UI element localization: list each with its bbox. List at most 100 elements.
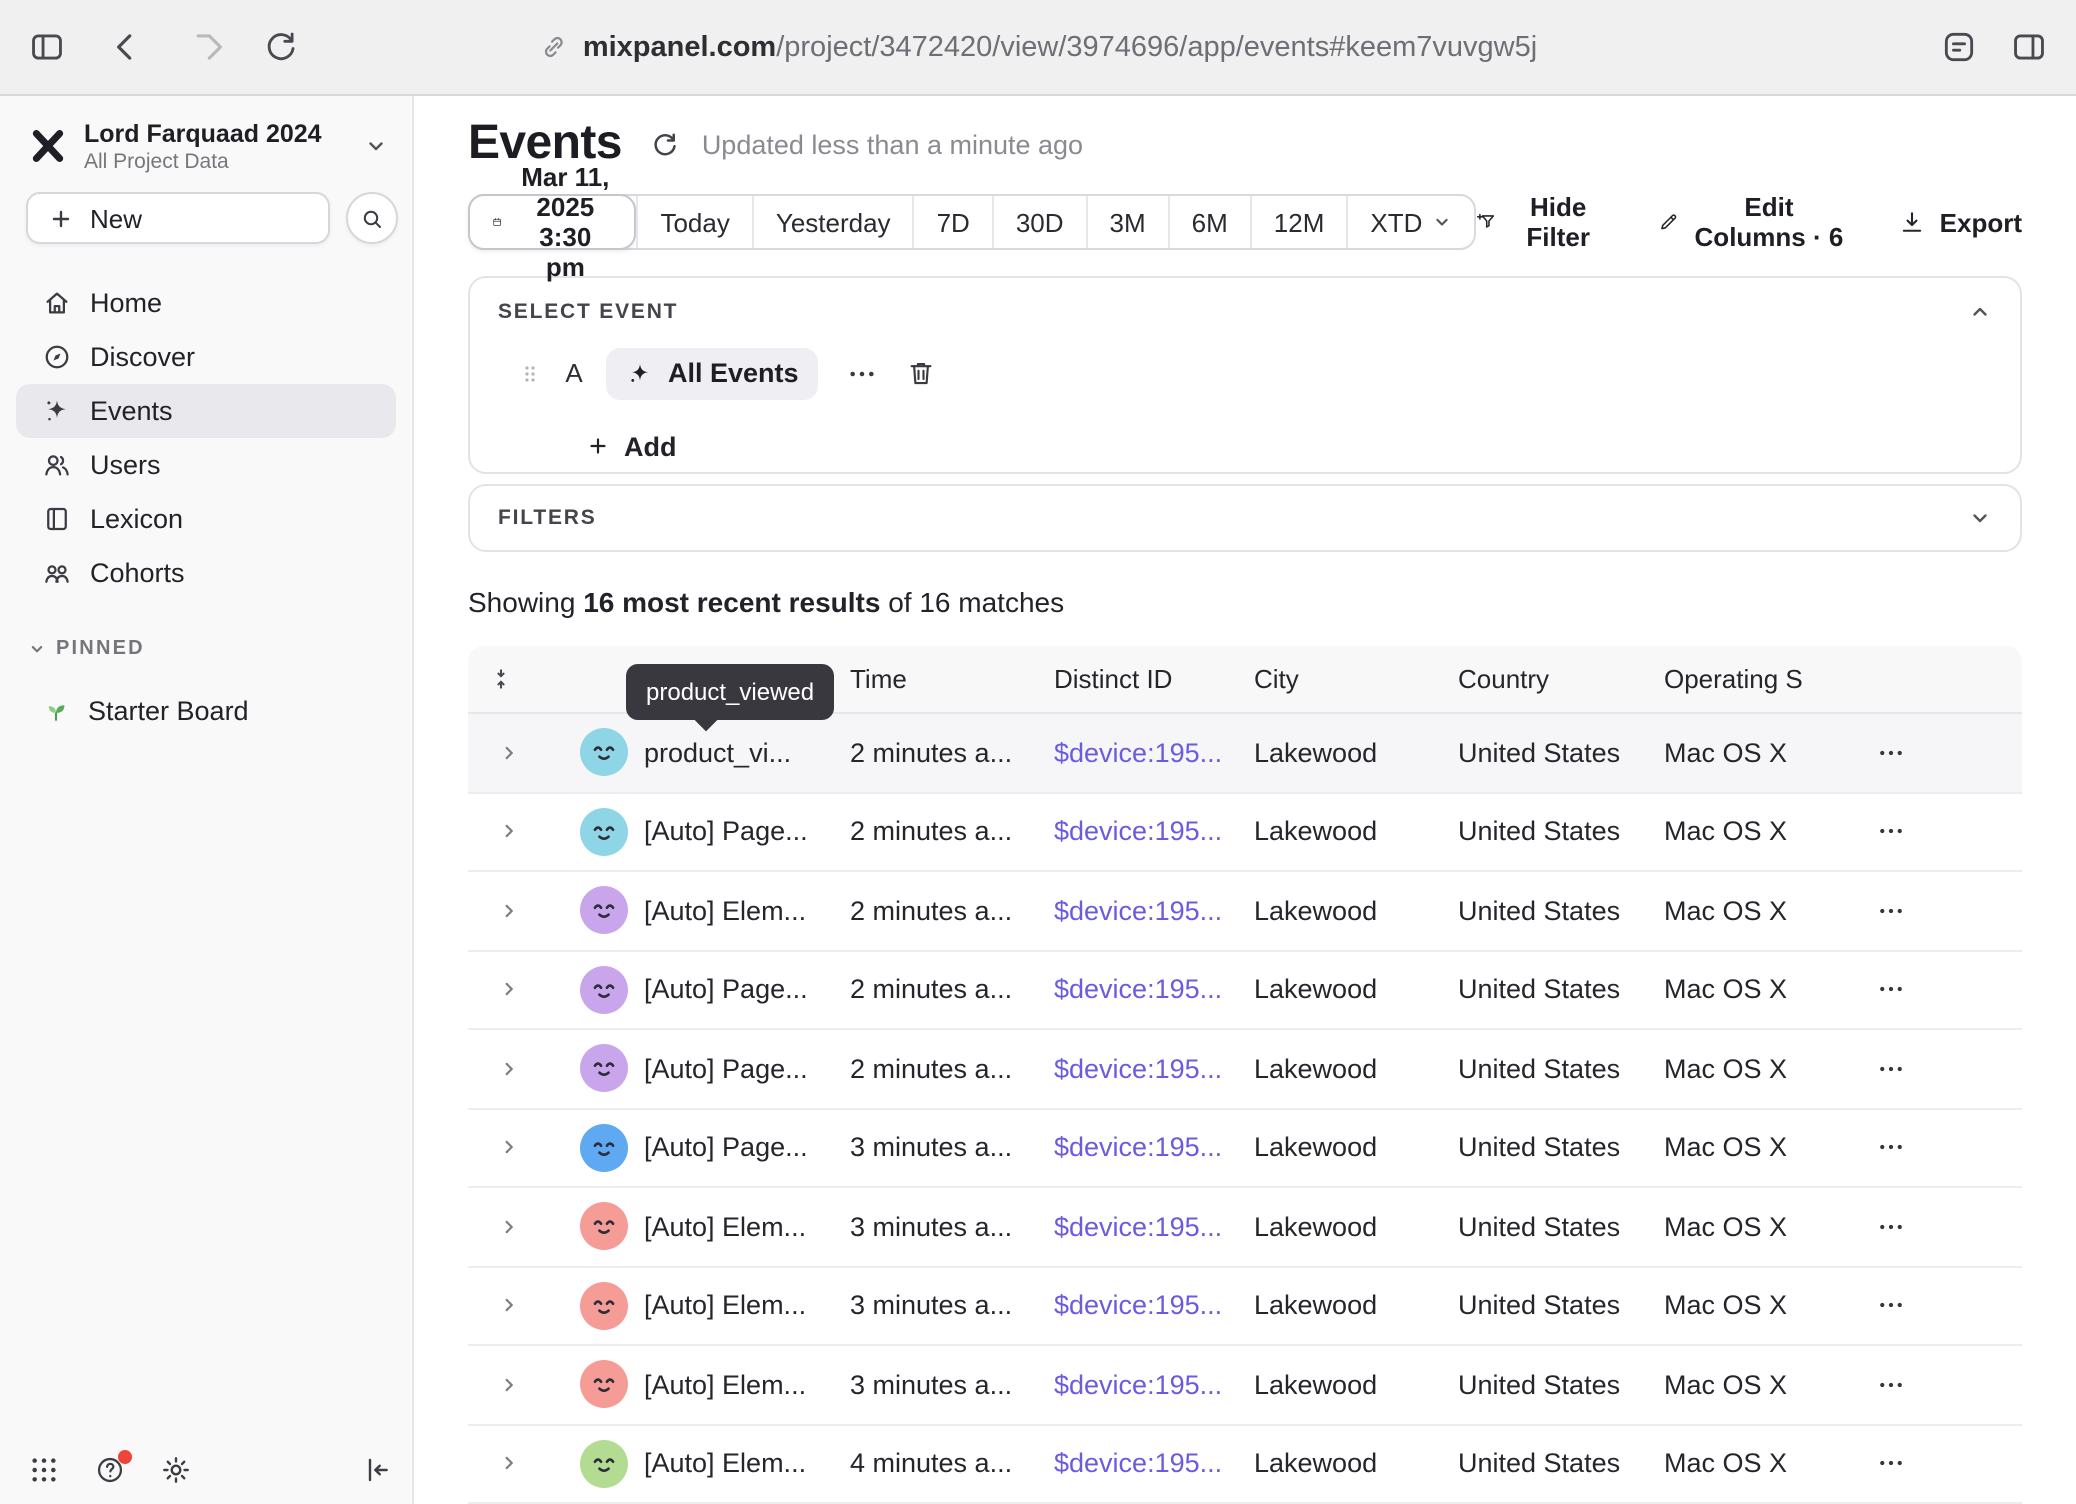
- distinct-id-link[interactable]: $device:195...: [1054, 1212, 1254, 1242]
- row-menu-icon[interactable]: [1864, 738, 2022, 768]
- distinct-id-link[interactable]: $device:195...: [1054, 738, 1254, 768]
- expand-row-icon[interactable]: [468, 742, 548, 764]
- event-name-cell[interactable]: [Auto] Page...: [644, 1133, 850, 1163]
- sidebar-item-home[interactable]: Home: [16, 276, 396, 330]
- expand-row-icon[interactable]: [468, 1137, 548, 1159]
- tab-sidebar-icon[interactable]: [28, 28, 66, 66]
- filters-panel: FILTERS: [468, 484, 2022, 552]
- distinct-id-link[interactable]: $device:195...: [1054, 1370, 1254, 1400]
- table-row[interactable]: [Auto] Elem... 3 minutes a... $device:19…: [468, 1188, 2022, 1267]
- range-6m[interactable]: 6M: [1168, 196, 1250, 248]
- distinct-id-link[interactable]: $device:195...: [1054, 1054, 1254, 1084]
- sidebar-item-cohorts[interactable]: Cohorts: [16, 546, 396, 600]
- table-row[interactable]: [Auto] Page... 3 minutes a... $device:19…: [468, 1109, 2022, 1188]
- add-event-button[interactable]: Add: [574, 422, 689, 470]
- row-menu-icon[interactable]: [1864, 1133, 2022, 1163]
- event-name-cell[interactable]: [Auto] Elem...: [644, 1212, 850, 1242]
- column-distinct-id[interactable]: Distinct ID: [1054, 664, 1254, 694]
- column-city[interactable]: City: [1254, 664, 1458, 694]
- range-3m[interactable]: 3M: [1086, 196, 1168, 248]
- url-bar[interactable]: mixpanel.com/project/3472420/view/397469…: [539, 31, 1537, 63]
- export-button[interactable]: Export: [1898, 207, 2022, 237]
- expand-row-icon[interactable]: [468, 1295, 548, 1317]
- refresh-icon[interactable]: [650, 129, 680, 159]
- event-name-cell[interactable]: [Auto] Page...: [644, 1054, 850, 1084]
- search-button[interactable]: [346, 192, 398, 244]
- sidebar-item-discover[interactable]: Discover: [16, 330, 396, 384]
- edit-columns-button[interactable]: Edit Columns · 6: [1657, 192, 1845, 252]
- event-name-cell[interactable]: [Auto] Page...: [644, 817, 850, 847]
- table-row[interactable]: [Auto] Page... 2 minutes a... $device:19…: [468, 951, 2022, 1030]
- download-icon: [1898, 208, 1926, 236]
- distinct-id-link[interactable]: $device:195...: [1054, 975, 1254, 1005]
- expand-row-icon[interactable]: [468, 1453, 548, 1475]
- back-icon[interactable]: [106, 28, 144, 66]
- column-os[interactable]: Operating S: [1664, 664, 1864, 694]
- sidebar-item-users[interactable]: Users: [16, 438, 396, 492]
- column-time[interactable]: Time: [850, 664, 1054, 694]
- search-icon: [360, 205, 384, 231]
- table-row[interactable]: [Auto] Elem... 2 minutes a... $device:19…: [468, 872, 2022, 951]
- row-menu-icon[interactable]: [1864, 1212, 2022, 1242]
- range-xtd[interactable]: XTD: [1346, 196, 1474, 248]
- more-options-icon[interactable]: [847, 357, 879, 389]
- row-menu-icon[interactable]: [1864, 817, 2022, 847]
- expand-row-icon[interactable]: [468, 1216, 548, 1238]
- row-menu-icon[interactable]: [1864, 975, 2022, 1005]
- event-name-cell[interactable]: [Auto] Elem...: [644, 1291, 850, 1321]
- event-selector-button[interactable]: All Events: [606, 347, 819, 399]
- row-menu-icon[interactable]: [1864, 1291, 2022, 1321]
- hide-filter-button[interactable]: Hide Filter: [1476, 192, 1605, 252]
- expand-row-icon[interactable]: [468, 900, 548, 922]
- distinct-id-link[interactable]: $device:195...: [1054, 817, 1254, 847]
- table-row[interactable]: [Auto] Page... 2 minutes a... $device:19…: [468, 793, 2022, 872]
- expand-filters-icon[interactable]: [1968, 506, 1992, 530]
- table-row[interactable]: [Auto] Elem... 3 minutes a... $device:19…: [468, 1267, 2022, 1346]
- distinct-id-link[interactable]: $device:195...: [1054, 1133, 1254, 1163]
- row-menu-icon[interactable]: [1864, 1449, 2022, 1479]
- range-yesterday[interactable]: Yesterday: [752, 196, 913, 248]
- table-row[interactable]: [Auto] Elem... 4 minutes a... $device:19…: [468, 1425, 2022, 1504]
- event-name-cell[interactable]: [Auto] Page...: [644, 975, 850, 1005]
- sidebar-item-events[interactable]: Events: [16, 384, 396, 438]
- event-name-cell[interactable]: [Auto] Elem...: [644, 1449, 850, 1479]
- right-sidebar-icon[interactable]: [2010, 28, 2048, 66]
- row-menu-icon[interactable]: [1864, 1370, 2022, 1400]
- page-settings-icon[interactable]: [1940, 28, 1978, 66]
- expand-row-icon[interactable]: [468, 1374, 548, 1396]
- distinct-id-link[interactable]: $device:195...: [1054, 896, 1254, 926]
- collapse-sidebar-icon[interactable]: [360, 1454, 392, 1486]
- sidebar-item-starter-board[interactable]: Starter Board: [16, 684, 396, 736]
- range-7d[interactable]: 7D: [913, 196, 992, 248]
- row-menu-icon[interactable]: [1864, 1054, 2022, 1084]
- range-today[interactable]: Today: [636, 196, 751, 248]
- help-icon[interactable]: [94, 1454, 126, 1486]
- delete-event-icon[interactable]: [907, 358, 937, 388]
- collapse-all-rows-icon[interactable]: [468, 666, 548, 692]
- expand-row-icon[interactable]: [468, 1058, 548, 1080]
- range-30d[interactable]: 30D: [992, 196, 1086, 248]
- date-picker-button[interactable]: Mar 11, 2025 3:30 pm: [468, 194, 636, 250]
- expand-row-icon[interactable]: [468, 821, 548, 843]
- reload-icon[interactable]: [262, 28, 300, 66]
- event-name-cell[interactable]: [Auto] Elem...: [644, 1370, 850, 1400]
- range-12m[interactable]: 12M: [1250, 196, 1347, 248]
- expand-row-icon[interactable]: [468, 979, 548, 1001]
- table-row[interactable]: [Auto] Elem... 3 minutes a... $device:19…: [468, 1346, 2022, 1425]
- distinct-id-link[interactable]: $device:195...: [1054, 1291, 1254, 1321]
- sidebar-item-lexicon[interactable]: Lexicon: [16, 492, 396, 546]
- pinned-section-toggle[interactable]: PINNED: [0, 632, 412, 664]
- row-menu-icon[interactable]: [1864, 896, 2022, 926]
- settings-gear-icon[interactable]: [160, 1454, 192, 1486]
- apps-grid-icon[interactable]: [28, 1454, 60, 1486]
- collapse-section-icon[interactable]: [1968, 300, 1992, 324]
- column-country[interactable]: Country: [1458, 664, 1664, 694]
- table-row[interactable]: [Auto] Page... 2 minutes a... $device:19…: [468, 1030, 2022, 1109]
- project-switcher[interactable]: Lord Farquaad 2024 All Project Data: [0, 112, 412, 180]
- drag-handle[interactable]: [518, 359, 542, 387]
- new-button[interactable]: New: [26, 192, 330, 244]
- event-name-cell[interactable]: product_vi...: [644, 738, 850, 768]
- distinct-id-link[interactable]: $device:195...: [1054, 1449, 1254, 1479]
- event-name-cell[interactable]: [Auto] Elem...: [644, 896, 850, 926]
- forward-icon[interactable]: [184, 28, 222, 66]
